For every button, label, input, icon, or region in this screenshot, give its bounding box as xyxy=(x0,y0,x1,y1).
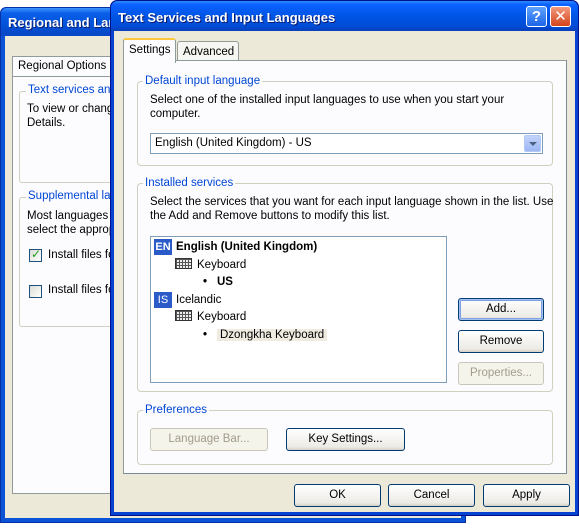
text-services-dialog: Text Services and Input Languages ? ✕ Se… xyxy=(110,0,579,516)
preferences-legend: Preferences xyxy=(143,403,210,417)
settings-tab-panel: Default input language Select one of the… xyxy=(123,60,567,474)
properties-button[interactable]: Properties... xyxy=(458,362,544,385)
preferences-group: Preferences Language Bar... Key Settings… xyxy=(137,403,553,465)
dialog-title-bar[interactable]: Text Services and Input Languages ? ✕ xyxy=(111,1,578,31)
default-language-value: English (United Kingdom) - US xyxy=(155,137,312,149)
add-button[interactable]: Add... xyxy=(458,298,544,321)
keyboard-icon xyxy=(175,310,192,322)
tree-node-label: Dzongkha Keyboard xyxy=(217,329,328,341)
default-input-description: Select one of the installed input langua… xyxy=(150,94,505,120)
close-button[interactable]: ✕ xyxy=(550,6,571,27)
regional-tab-panel: Text services and input languages To vie… xyxy=(12,76,423,494)
language-badge-icon: IS xyxy=(154,292,172,308)
text-services-desc-2: Details. xyxy=(27,117,66,129)
complex-script-checkbox[interactable]: ✓ xyxy=(29,247,42,262)
tree-node-icelandic[interactable]: IS Icelandic xyxy=(154,292,221,308)
dialog-body: Settings Advanced Default input language… xyxy=(114,31,575,512)
tab-regional-options[interactable]: Regional Options xyxy=(12,56,116,76)
check-mark-icon: ✓ xyxy=(31,247,42,261)
ok-button[interactable]: OK xyxy=(294,484,381,507)
installed-services-description: Select the services that you want for ea… xyxy=(150,196,554,222)
tree-node-dzongkha[interactable]: • Dzongkha Keyboard xyxy=(203,327,328,343)
close-icon: ✕ xyxy=(554,8,567,25)
installed-services-legend: Installed services xyxy=(143,176,236,190)
tree-node-label: Keyboard xyxy=(197,311,247,323)
default-input-group: Default input language Select one of the… xyxy=(137,74,553,166)
default-input-legend: Default input language xyxy=(143,74,263,88)
language-bar-button[interactable]: Language Bar... xyxy=(150,428,268,451)
tab-settings[interactable]: Settings xyxy=(123,38,176,63)
tree-node-label: English (United Kingdom) xyxy=(176,241,318,253)
installed-services-group: Installed services Select the services t… xyxy=(137,176,554,392)
help-button[interactable]: ? xyxy=(526,6,547,27)
language-badge-icon: EN xyxy=(154,239,172,255)
dialog-title: Text Services and Input Languages xyxy=(118,10,336,25)
chevron-down-icon xyxy=(529,142,537,146)
tree-node-keyboard[interactable]: Keyboard xyxy=(175,309,246,325)
tree-node-us[interactable]: • US xyxy=(203,274,233,290)
remove-button[interactable]: Remove xyxy=(458,330,544,353)
key-settings-button[interactable]: Key Settings... xyxy=(286,428,405,451)
tree-node-label: US xyxy=(217,276,233,288)
tree-node-english[interactable]: EN English (United Kingdom) xyxy=(154,239,317,255)
default-language-combo[interactable]: English (United Kingdom) - US xyxy=(150,133,543,154)
keyboard-icon xyxy=(175,258,192,270)
combo-dropdown-button[interactable] xyxy=(524,135,541,152)
installed-services-tree[interactable]: EN English (United Kingdom) Keyboard • US … xyxy=(150,236,447,383)
tree-node-label: Keyboard xyxy=(197,259,247,271)
cancel-button[interactable]: Cancel xyxy=(388,484,475,507)
tree-node-label: Icelandic xyxy=(176,294,222,306)
east-asian-checkbox[interactable] xyxy=(29,285,42,298)
tree-node-keyboard[interactable]: Keyboard xyxy=(175,257,246,273)
bullet-icon: • xyxy=(203,329,208,341)
help-icon: ? xyxy=(531,8,542,25)
bullet-icon: • xyxy=(203,276,208,288)
apply-button[interactable]: Apply xyxy=(483,484,570,507)
